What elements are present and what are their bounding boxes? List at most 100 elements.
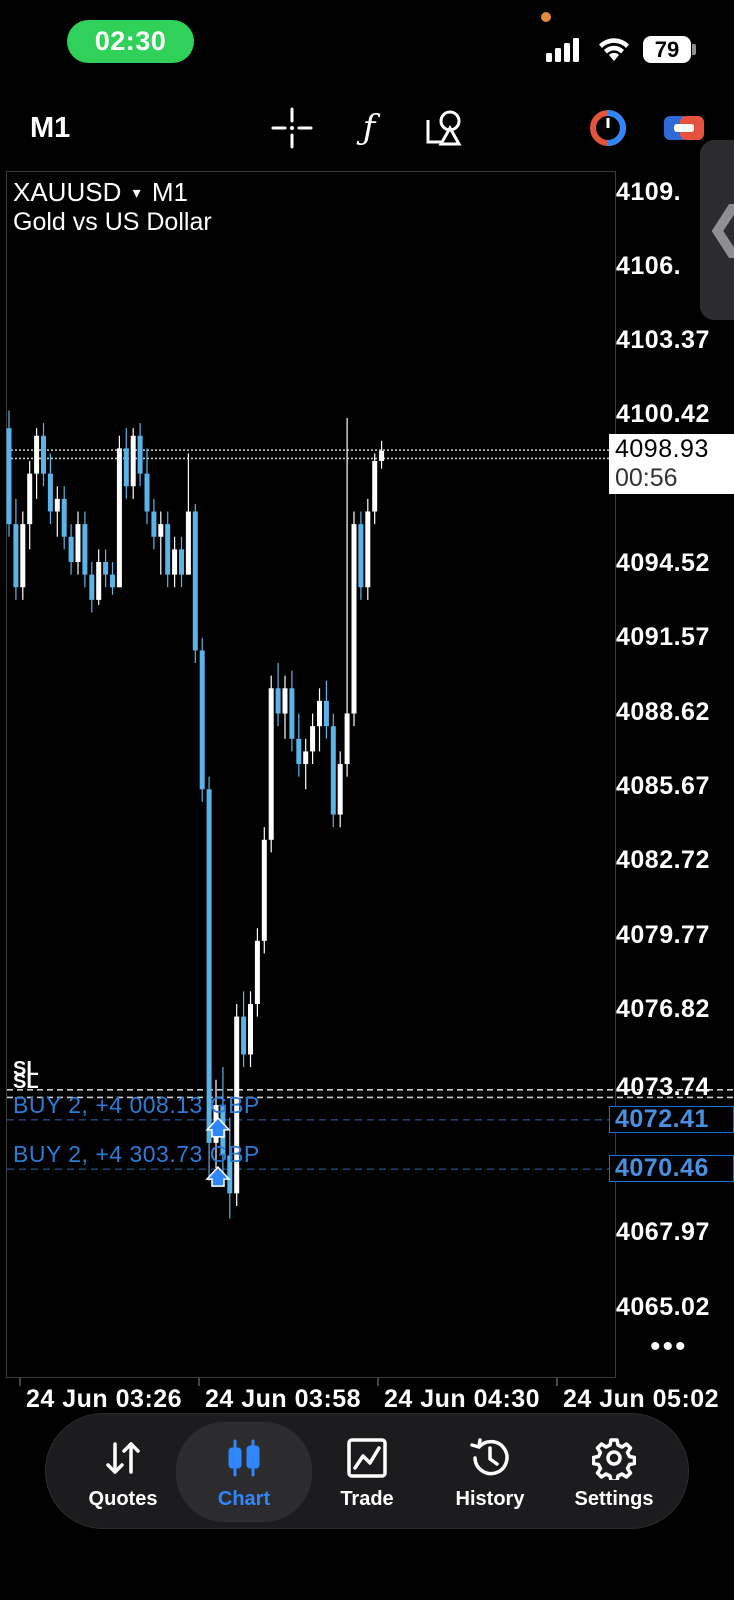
candle-body	[254, 940, 260, 1004]
current-price: 4098.93	[615, 435, 709, 463]
candle-body	[61, 498, 67, 537]
price-tick: 4100.42	[616, 400, 710, 428]
candle-body	[172, 549, 178, 575]
candle-body	[206, 789, 212, 1143]
candle-body	[192, 511, 198, 651]
tab-trade-label: Trade	[340, 1488, 394, 1510]
chart-symbol-description: Gold vs US Dollar	[13, 208, 212, 236]
chart-icon	[176, 1436, 312, 1480]
candle-body	[75, 524, 81, 563]
tab-quotes[interactable]: Quotes	[61, 1414, 185, 1530]
tab-settings[interactable]: Settings	[552, 1414, 676, 1530]
position-price-box: 4070.46	[609, 1155, 734, 1182]
candle-body	[275, 688, 281, 714]
candle-body	[241, 1016, 247, 1055]
symbol-dropdown-icon: ▾	[132, 185, 141, 202]
candle-body	[96, 562, 102, 600]
chart-symbol: XAUUSD	[13, 177, 122, 207]
candle-body	[185, 511, 191, 575]
candle-body	[317, 700, 322, 727]
tab-trade[interactable]: Trade	[305, 1414, 429, 1530]
price-tick: 4082.72	[616, 846, 710, 874]
candle-body	[103, 562, 109, 575]
candle-body	[282, 688, 288, 714]
price-tick: 4088.62	[616, 698, 710, 726]
tab-settings-label: Settings	[574, 1488, 654, 1510]
bar-countdown: 00:56	[615, 464, 678, 492]
price-tick: 4103.37	[616, 326, 710, 354]
candle-body	[6, 428, 12, 525]
candle-body	[379, 450, 385, 461]
price-tick: 4076.82	[616, 995, 710, 1023]
candle-body	[365, 511, 371, 588]
settings-icon	[552, 1436, 676, 1480]
candle-body	[372, 460, 378, 512]
candle-body	[358, 524, 364, 588]
candle-body	[116, 448, 122, 588]
candle-body	[158, 524, 164, 537]
tab-history[interactable]: History	[428, 1414, 552, 1530]
candle-body	[27, 473, 33, 525]
candle-body	[13, 524, 19, 588]
candle-body	[47, 473, 53, 512]
bottom-tab-bar: Quotes Chart Trade History Settings	[45, 1413, 689, 1529]
candle-body	[323, 700, 329, 727]
tab-quotes-label: Quotes	[88, 1488, 158, 1510]
time-tick: 24 Jun 03:58	[205, 1385, 362, 1413]
candle-body	[20, 524, 26, 588]
candle-body	[303, 751, 309, 765]
price-tick: 4109.	[616, 178, 682, 206]
candle-body	[351, 524, 357, 714]
time-tick: 24 Jun 03:26	[26, 1385, 183, 1413]
time-tick: 24 Jun 05:02	[563, 1385, 720, 1413]
chart-timeframe: M1	[151, 177, 188, 207]
trade-label[interactable]: BUY 2, +4 303.73 GBP	[13, 1141, 260, 1168]
candle-body	[54, 498, 60, 512]
candle-body	[330, 726, 336, 815]
candle-body	[110, 574, 115, 588]
buy-entry-arrow-icon	[205, 1166, 231, 1187]
trade-icon	[305, 1436, 429, 1480]
candle-body	[296, 738, 302, 765]
candle-body	[151, 511, 157, 537]
candle-body	[137, 435, 143, 474]
candle-body	[248, 1003, 253, 1055]
current-price-box: 4098.93 00:56	[609, 434, 734, 494]
candle-body	[144, 473, 150, 512]
time-tick: 24 Jun 04:30	[384, 1385, 541, 1413]
candle-body	[82, 524, 88, 575]
price-tick: 4065.02	[616, 1293, 710, 1321]
price-tick: 4091.57	[616, 623, 710, 651]
price-tick: 4085.67	[616, 772, 710, 800]
price-tick: 4073.74	[616, 1073, 710, 1101]
candle-body	[289, 688, 295, 739]
app-root: 02:30 79 M1 ƒ XAUUSD ▾ M1 Gold vs US Dol…	[0, 0, 734, 1600]
candle-body	[34, 435, 40, 474]
candle-body	[344, 713, 350, 765]
more-options-icon[interactable]: •••	[650, 1330, 688, 1364]
price-tick: 4067.97	[616, 1218, 710, 1246]
tab-chart[interactable]: Chart	[176, 1422, 312, 1522]
candle-body	[268, 688, 274, 840]
candle-body	[179, 549, 184, 575]
candle-body	[310, 726, 316, 752]
price-tick: 4106.	[616, 252, 682, 280]
trade-label[interactable]: BUY 2, +4 008.13 GBP	[13, 1092, 260, 1119]
quotes-icon	[61, 1436, 185, 1480]
candle-body	[165, 524, 171, 575]
candle-body	[199, 650, 205, 790]
candle-body	[89, 574, 95, 600]
price-tick: 4079.77	[616, 921, 710, 949]
stop-loss-label: SL	[13, 1071, 39, 1093]
candle-body	[123, 448, 129, 487]
tab-history-label: History	[455, 1488, 525, 1510]
tab-chart-label: Chart	[217, 1488, 271, 1510]
position-price-box: 4072.41	[609, 1106, 734, 1133]
candle-body	[130, 435, 136, 487]
history-icon	[428, 1436, 552, 1480]
price-tick: 4094.52	[616, 549, 710, 577]
candle-body	[337, 764, 343, 815]
chart-symbol-line[interactable]: XAUUSD ▾ M1	[13, 177, 188, 208]
candle-body	[41, 435, 46, 474]
candle-body	[68, 536, 74, 563]
